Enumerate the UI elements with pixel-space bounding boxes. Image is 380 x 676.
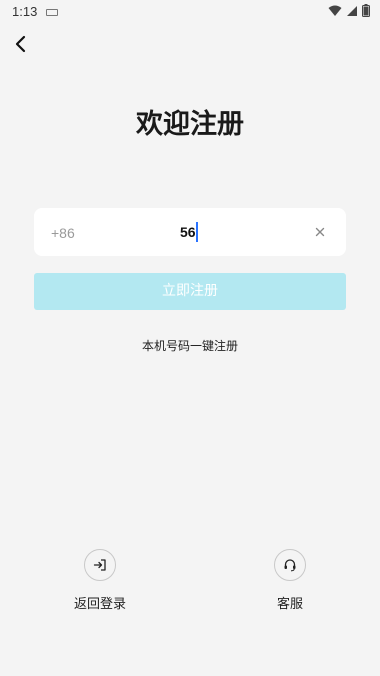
register-button[interactable]: 立即注册 [34,273,346,310]
headset-icon [284,559,296,572]
back-to-login-circle[interactable] [84,549,116,581]
chevron-left-icon [15,35,26,53]
keyboard-icon [46,9,58,16]
battery-icon [362,4,370,17]
system-icons [328,4,370,17]
customer-service-button[interactable]: 客服 [250,549,330,612]
login-icon [93,559,106,571]
one-key-register-link[interactable]: 本机号码一键注册 [0,337,380,354]
phone-input[interactable]: 56 [180,224,196,240]
status-bar: 1:13 [0,0,380,24]
close-icon [315,227,325,237]
back-button[interactable] [10,32,34,56]
back-to-login-label: 返回登录 [73,597,126,612]
clear-button[interactable] [310,222,330,242]
page-title: 欢迎注册 [136,109,244,140]
back-to-login-button[interactable]: 返回登录 [60,549,140,612]
signal-icon [347,5,357,16]
customer-service-label: 客服 [276,597,303,612]
wifi-icon [328,5,342,16]
text-caret [196,222,198,242]
customer-service-circle[interactable] [274,549,306,581]
country-code[interactable]: +86 [51,225,75,241]
phone-input-card: +86 56 [34,208,346,256]
status-time: 1:13 [12,4,38,19]
